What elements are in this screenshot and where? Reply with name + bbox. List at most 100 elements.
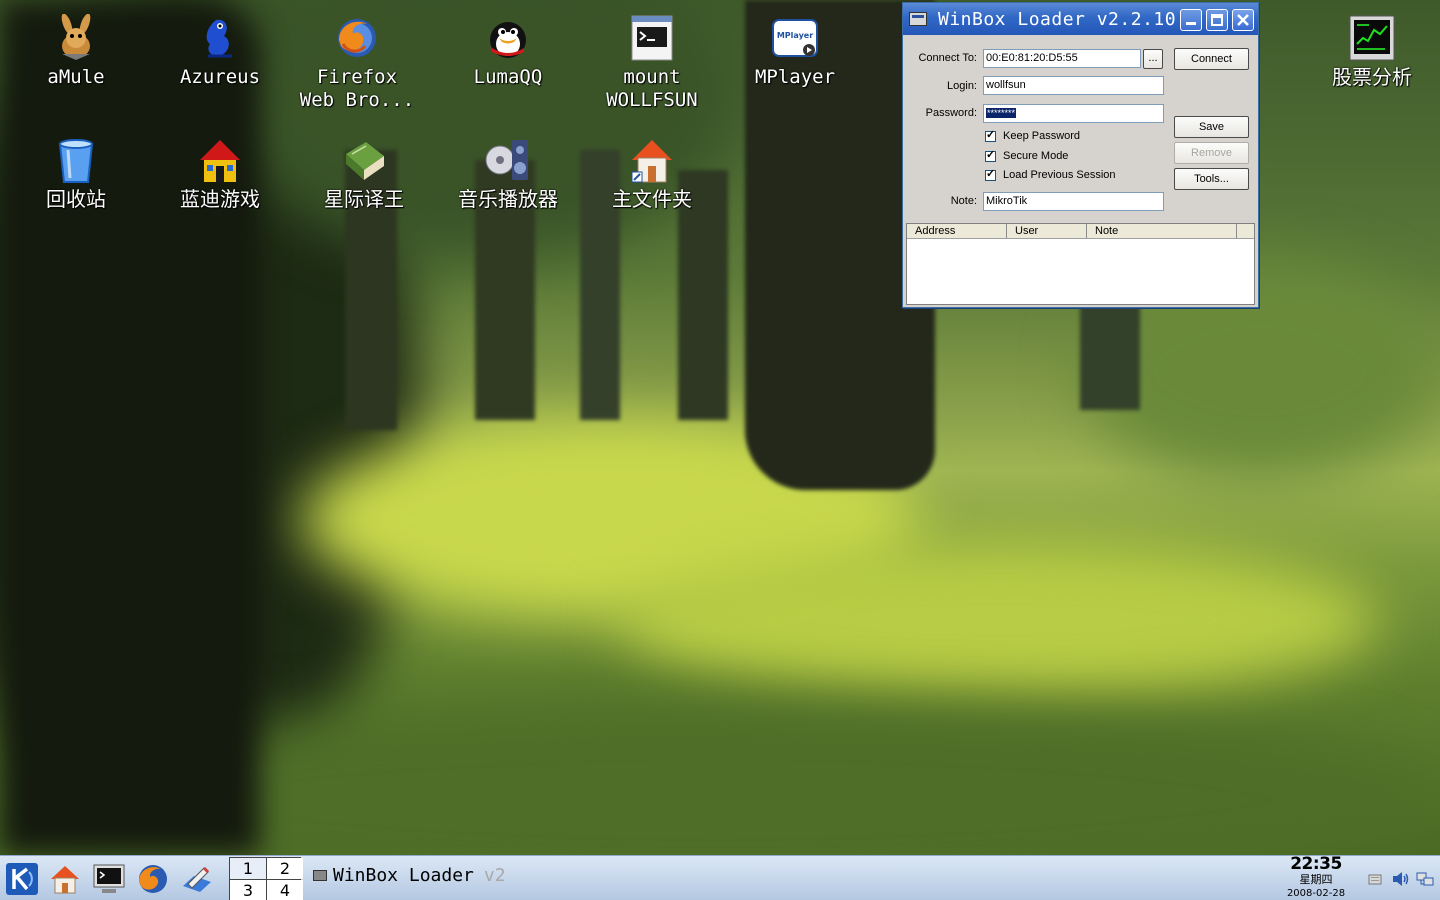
network-icon (1416, 872, 1434, 886)
desktop-3-button[interactable]: 3 (230, 880, 266, 900)
amule-icon (52, 14, 100, 62)
music-player-label: 音乐播放器 (458, 187, 558, 211)
tray-clipboard[interactable] (1364, 868, 1386, 890)
maximize-button[interactable] (1206, 9, 1228, 31)
landi-games-label: 蓝迪游戏 (180, 187, 260, 211)
winbox-task-icon (313, 870, 327, 881)
green-book-icon (340, 136, 388, 184)
pen-editor-icon (183, 866, 211, 892)
house-game-icon (196, 136, 244, 184)
home-folder-desktop-icon[interactable]: 主文件夹 (587, 136, 717, 211)
stock-analysis-label: 股票分析 (1332, 65, 1412, 89)
clock-date: 2008-02-28 (1286, 888, 1346, 899)
note-input[interactable]: MikroTik (983, 192, 1164, 211)
stardict-label: 星际译王 (324, 187, 404, 211)
minimize-icon (1186, 22, 1196, 25)
close-button[interactable] (1232, 9, 1254, 31)
password-input[interactable]: ******** (983, 104, 1164, 123)
firefox-icon (139, 865, 167, 893)
qq-penguin-icon (484, 14, 532, 62)
home-icon (51, 866, 79, 894)
stardict-desktop-icon[interactable]: 星际译王 (299, 136, 429, 211)
desktop-2-button[interactable]: 2 (267, 858, 303, 879)
firefox-desktop-icon[interactable]: Firefox Web Bro... (292, 14, 422, 112)
mount-wollfsun-desktop-icon[interactable]: mount WOLLFSUN (587, 14, 717, 112)
window-titlebar[interactable]: WinBox Loader v2.2.10 (903, 3, 1258, 35)
tools-button[interactable]: Tools... (1174, 168, 1249, 190)
secure-mode-label: Secure Mode (1003, 150, 1069, 162)
task-title: WinBox Loader (333, 865, 474, 886)
keep-password-label: Keep Password (1003, 130, 1081, 142)
mplayer-label: MPlayer (754, 66, 836, 88)
connect-button[interactable]: Connect (1174, 48, 1249, 70)
winbox-loader-window: WinBox Loader v2.2.10 Connect To: 00:E0:… (902, 2, 1259, 308)
remove-button[interactable]: Remove (1174, 142, 1249, 164)
password-label: Password: (925, 107, 977, 119)
column-header-address[interactable]: Address (907, 224, 1007, 238)
save-button[interactable]: Save (1174, 116, 1249, 138)
amule-label: aMule (47, 66, 105, 88)
close-icon (1237, 14, 1249, 26)
firefox-launcher[interactable] (135, 861, 171, 897)
clipboard-icon (1368, 874, 1382, 885)
tray-volume[interactable] (1389, 868, 1411, 890)
taskbar-winbox-entry[interactable]: WinBox Loader v2 (313, 865, 506, 886)
landi-games-desktop-icon[interactable]: 蓝迪游戏 (155, 136, 285, 211)
taskbar: 1 2 3 4 WinBox Loader v2 22:35 星期四 2008-… (0, 855, 1440, 900)
column-header-user[interactable]: User (1007, 224, 1087, 238)
stock-analysis-desktop-icon[interactable]: 股票分析 (1307, 14, 1437, 89)
checkbox-checked-icon (985, 148, 996, 162)
login-label: Login: (947, 80, 977, 92)
password-value: ******** (986, 108, 1017, 118)
terminal-launcher[interactable] (91, 861, 127, 897)
terminal-script-icon (628, 14, 676, 62)
maximize-icon (1211, 14, 1223, 26)
minimize-button[interactable] (1180, 9, 1202, 31)
trash-desktop-icon[interactable]: 回收站 (11, 136, 141, 211)
task-title-tail: v2 (483, 865, 506, 886)
amule-desktop-icon[interactable]: aMule (11, 14, 141, 89)
kde-logo-icon (6, 863, 38, 895)
mplayer-desktop-icon[interactable]: MPlayer MPlayer (730, 14, 860, 89)
sessions-table[interactable]: Address User Note (906, 223, 1255, 305)
lumaqq-label: LumaQQ (473, 66, 543, 88)
trash-bin-icon (52, 136, 100, 184)
secure-mode-checkbox[interactable]: Secure Mode (985, 148, 1069, 162)
desktop-4-button[interactable]: 4 (267, 880, 303, 900)
load-previous-session-label: Load Previous Session (1003, 169, 1116, 181)
connect-to-label: Connect To: (918, 52, 977, 64)
music-player-desktop-icon[interactable]: 音乐播放器 (443, 136, 573, 211)
checkbox-checked-icon (985, 128, 996, 142)
trash-label: 回收站 (46, 187, 106, 211)
keep-password-checkbox[interactable]: Keep Password (985, 128, 1081, 142)
window-title: WinBox Loader v2.2.10 (938, 8, 1177, 30)
home-launcher[interactable] (47, 861, 83, 897)
login-input[interactable]: wollfsun (983, 76, 1164, 95)
note-label: Note: (950, 195, 977, 207)
terminal-icon (93, 864, 125, 893)
column-header-note[interactable]: Note (1087, 224, 1237, 238)
azureus-desktop-icon[interactable]: Azureus (155, 14, 285, 89)
connect-to-input[interactable]: 00:E0:81:20:D5:55 (983, 49, 1141, 68)
tray-network[interactable] (1414, 868, 1436, 890)
stock-chart-monitor-icon (1348, 14, 1396, 62)
window-app-icon (909, 12, 927, 26)
text-editor-launcher[interactable] (179, 861, 215, 897)
svg-text:MPlayer: MPlayer (777, 31, 813, 40)
home-house-icon (628, 136, 676, 184)
firefox-icon (333, 14, 381, 62)
clock-weekday: 星期四 (1299, 873, 1333, 886)
virtual-desktop-pager: 1 2 3 4 (229, 857, 303, 900)
speaker-volume-icon (1393, 872, 1409, 886)
browse-button[interactable]: ... (1143, 49, 1163, 69)
desktop-1-button[interactable]: 1 (230, 858, 266, 879)
music-speaker-cd-icon (484, 136, 532, 184)
clock-time: 22:35 (1290, 854, 1342, 874)
lumaqq-desktop-icon[interactable]: LumaQQ (443, 14, 573, 89)
load-previous-session-checkbox[interactable]: Load Previous Session (985, 167, 1116, 181)
kde-menu-button[interactable] (4, 861, 40, 897)
firefox-label: Firefox Web Bro... (299, 66, 415, 111)
column-header-filler (1237, 224, 1254, 238)
table-header: Address User Note (907, 224, 1254, 239)
clock[interactable]: 22:35 星期四 2008-02-28 (1276, 856, 1356, 900)
